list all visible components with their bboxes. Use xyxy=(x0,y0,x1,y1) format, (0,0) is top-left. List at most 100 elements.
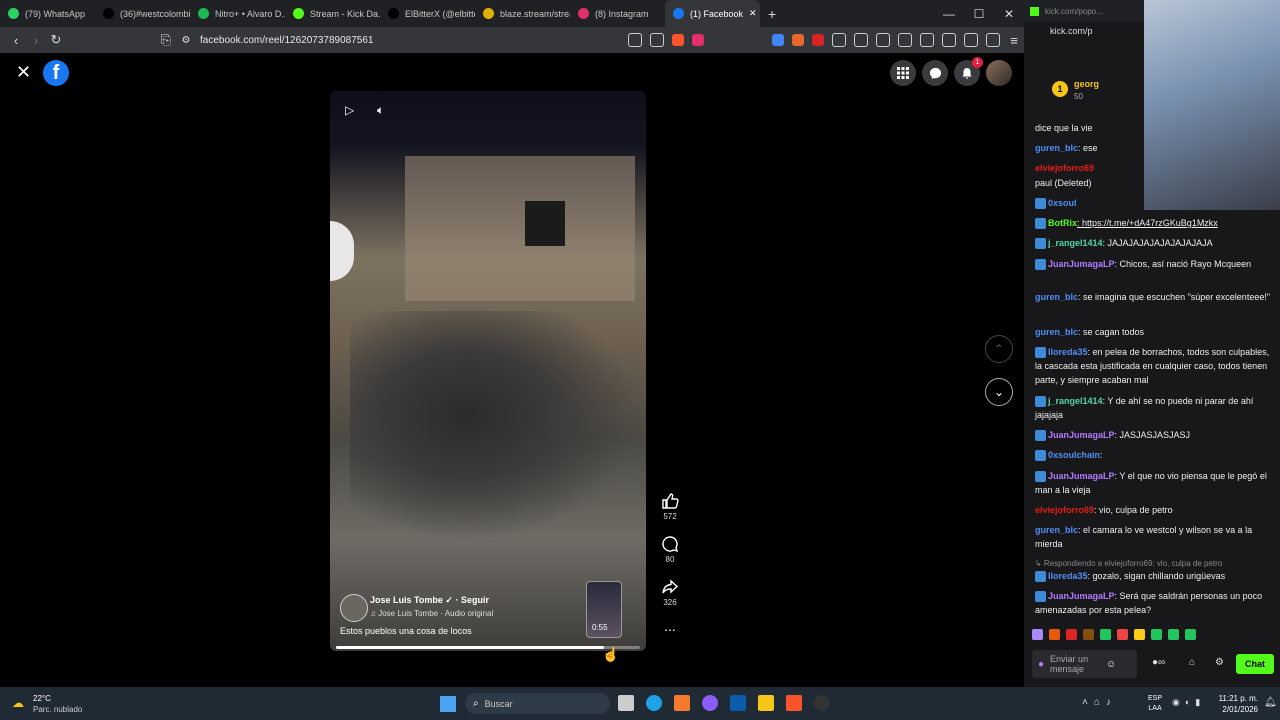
chat-username[interactable]: JuanJumagaLP xyxy=(1048,430,1115,440)
chat-username[interactable]: JuanJumagaLP xyxy=(1048,259,1115,269)
progress-track[interactable] xyxy=(336,646,640,649)
emote-icon[interactable] xyxy=(1032,629,1043,640)
task-view-icon[interactable] xyxy=(618,695,634,711)
next-reel-button[interactable]: ⌄ xyxy=(985,378,1013,406)
chat-username[interactable]: elviejoforro69 xyxy=(1035,505,1094,515)
new-tab-button[interactable]: + xyxy=(768,6,776,22)
share-button[interactable]: 326 xyxy=(655,578,685,607)
copilot-icon[interactable] xyxy=(702,695,718,711)
like-button[interactable]: 572 xyxy=(655,492,685,521)
system-tray-icons[interactable]: ˄⌂♪ xyxy=(1082,697,1117,708)
chat-username[interactable]: j_rangel1414 xyxy=(1048,396,1103,406)
emote-icon[interactable] xyxy=(1049,629,1060,640)
minimize-button[interactable]: — xyxy=(934,7,964,21)
chat-username[interactable]: guren_blc xyxy=(1035,525,1078,535)
browser-tab[interactable]: ElBitterX (@elbitterx... xyxy=(380,0,475,27)
browser-tab[interactable]: (36)#westcolombia | ... xyxy=(95,0,190,27)
extension-icon-1[interactable] xyxy=(792,34,804,46)
mic-icon[interactable]: ● xyxy=(1038,659,1044,670)
author-avatar[interactable] xyxy=(340,594,368,622)
author-name[interactable]: Jose Luis Tombe xyxy=(370,595,443,605)
brave-shield-icon[interactable] xyxy=(672,34,684,46)
emote-icon[interactable] xyxy=(1100,629,1111,640)
chat-username[interactable]: 0xsoulchain xyxy=(1048,450,1100,460)
facebook-logo[interactable]: f xyxy=(43,60,69,86)
weather-icon[interactable]: ☁ xyxy=(12,696,24,710)
extension-icon-2[interactable] xyxy=(812,34,824,46)
chat-username[interactable]: JuanJumagaLP xyxy=(1048,591,1115,601)
share-icon[interactable] xyxy=(650,33,664,47)
more-options-button[interactable]: ... xyxy=(655,618,685,634)
emote-icon[interactable] xyxy=(1151,629,1162,640)
chat-username[interactable]: JuanJumagaLP xyxy=(1048,471,1115,481)
settings-icon[interactable]: ⚙ xyxy=(1215,657,1224,668)
browser-tab[interactable]: (79) WhatsApp xyxy=(0,0,95,27)
wallet-icon[interactable] xyxy=(942,33,956,47)
chat-input[interactable]: ● Enviar un mensaje ☺ xyxy=(1032,650,1137,678)
tray-network-icons[interactable]: ◉◐▮ xyxy=(1172,697,1205,708)
users-icon[interactable]: ●∞ xyxy=(1152,657,1165,668)
chat-username[interactable]: guren_blc xyxy=(1035,327,1078,337)
chat-send-button[interactable]: Chat xyxy=(1236,654,1274,674)
browser-tab[interactable]: (1) Facebook ✕ xyxy=(665,0,760,27)
forward-icon[interactable]: › xyxy=(26,33,46,48)
browser-tab[interactable]: blaze.stream/stream-... xyxy=(475,0,570,27)
chat-username[interactable]: BotRix xyxy=(1048,218,1077,228)
file-explorer-icon[interactable] xyxy=(758,695,774,711)
back-icon[interactable]: ‹ xyxy=(6,33,26,48)
chat-username[interactable]: 0xsoul xyxy=(1048,198,1077,208)
menu-icon[interactable]: ≡ xyxy=(1004,33,1024,48)
emoji-icon[interactable]: ☺ xyxy=(1106,659,1116,670)
reel-video-player[interactable]: ▷ 🔈︎ Jose Luis Tombe ✓ · Seguir ♫ Jose L… xyxy=(330,91,646,651)
chat-username[interactable]: guren_blc xyxy=(1035,143,1078,153)
emote-icon[interactable] xyxy=(1185,629,1196,640)
emote-icon[interactable] xyxy=(1083,629,1094,640)
emote-icon[interactable] xyxy=(1117,629,1128,640)
url-input[interactable]: facebook.com/reel/1262073789087561 xyxy=(200,35,373,46)
emote-icon[interactable] xyxy=(1134,629,1145,640)
start-windows-icon[interactable] xyxy=(440,696,456,712)
notification-center-icon[interactable]: 🔔︎ xyxy=(1264,697,1277,708)
maximize-button[interactable]: ☐ xyxy=(964,7,994,21)
weather-temp[interactable]: 22°C xyxy=(33,694,51,703)
popout-address[interactable]: kick.com/p xyxy=(1050,26,1093,36)
chat-username[interactable]: lloreda35 xyxy=(1048,571,1088,581)
emote-icon[interactable] xyxy=(1168,629,1179,640)
language-indicator[interactable]: ESP LAA xyxy=(1148,694,1162,714)
chat-username[interactable]: lloreda35 xyxy=(1048,347,1088,357)
comment-button[interactable]: 80 xyxy=(655,535,685,564)
extensions-puzzle-icon[interactable] xyxy=(876,33,890,47)
bookmark-icon[interactable]: ⎘ xyxy=(156,32,176,48)
edge-icon[interactable] xyxy=(646,695,662,711)
vpn-icon[interactable] xyxy=(986,33,1000,47)
profile-avatar[interactable] xyxy=(986,60,1012,86)
snipping-icon[interactable] xyxy=(674,695,690,711)
chat-username[interactable]: j_rangel1414 xyxy=(1048,238,1103,248)
brave-browser-icon[interactable] xyxy=(786,695,802,711)
browser-tab[interactable]: (8) Instagram xyxy=(570,0,665,27)
store-icon[interactable]: ⌂ xyxy=(1189,657,1195,668)
clock[interactable]: 11:21 p. m. 2/01/2026 xyxy=(1206,693,1258,715)
sidebar-icon[interactable] xyxy=(920,33,934,47)
close-tab-icon[interactable]: ✕ xyxy=(749,8,757,19)
extension-icon-4[interactable] xyxy=(854,33,868,47)
play-icon[interactable]: ▷ xyxy=(345,103,354,117)
cast-icon[interactable] xyxy=(628,33,642,47)
chat-username[interactable]: elviejoforro69 xyxy=(1035,163,1094,173)
volume-icon[interactable]: 🔈︎ xyxy=(377,103,384,118)
extension-icon-3[interactable] xyxy=(832,33,846,47)
chat-username[interactable]: guren_blc xyxy=(1035,292,1078,302)
obs-icon[interactable] xyxy=(814,695,830,711)
brave-rewards-icon[interactable] xyxy=(692,34,704,46)
menu-grid-icon[interactable] xyxy=(890,60,916,86)
taskbar-search[interactable]: ⌕ Buscar xyxy=(465,693,610,714)
messenger-icon[interactable] xyxy=(922,60,948,86)
browser-tab[interactable]: Nitro+ • Alvaro D... xyxy=(190,0,285,27)
media-icon[interactable] xyxy=(898,33,912,47)
emote-icon[interactable] xyxy=(1066,629,1077,640)
close-reel-icon[interactable]: ✕ xyxy=(16,62,31,83)
store-app-icon[interactable] xyxy=(730,695,746,711)
follow-button[interactable]: · Seguir xyxy=(455,595,489,605)
site-info-icon[interactable]: ⚙ xyxy=(176,35,196,46)
reload-icon[interactable]: ↻ xyxy=(46,32,66,48)
